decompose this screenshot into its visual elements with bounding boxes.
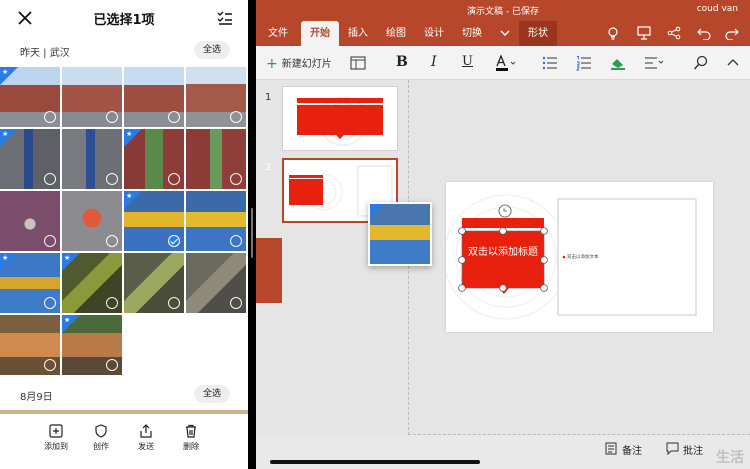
add-to-icon [49, 424, 63, 438]
tab-transitions[interactable]: 切换 [456, 21, 488, 46]
section-header-yesterday: 昨天 | 武汉 全选 [0, 40, 248, 62]
tab-design[interactable]: 设计 [418, 21, 450, 46]
shape-fill-icon[interactable] [610, 54, 626, 72]
new-slide-button[interactable]: + 新建幻灯片 [266, 55, 332, 72]
section-header-aug9: 8月9日 全选 [0, 384, 248, 406]
active-slide-marker [256, 238, 282, 303]
watermark: 生活 [716, 450, 744, 466]
selection-title: 已选择1项 [93, 13, 155, 28]
action-label: 删除 [183, 442, 199, 451]
share-button[interactable]: 发送 [126, 424, 166, 452]
action-label: 发送 [138, 442, 154, 451]
create-button[interactable]: 创作 [81, 424, 121, 452]
select-all-button[interactable]: 全选 [193, 385, 230, 403]
favorite-badge [370, 204, 384, 218]
tab-insert[interactable]: 插入 [342, 21, 374, 46]
align-icon[interactable] [644, 54, 666, 72]
photo-thumb[interactable]: ★ [62, 315, 122, 375]
collapse-ribbon-icon[interactable] [726, 54, 740, 72]
ribbon-toolbar: + 新建幻灯片 B I U [256, 46, 750, 80]
photo-thumb[interactable]: ★ [0, 253, 60, 313]
bullet-list-icon[interactable] [542, 54, 558, 72]
photo-thumb[interactable] [62, 67, 122, 127]
gallery-action-bar: 添加到 创作 发送 删除 [0, 418, 248, 469]
tab-home[interactable]: 开始 [301, 21, 339, 46]
title-bar: 演示文稿 - 已保存 coud van [256, 0, 750, 21]
photo-thumb[interactable]: ★ [124, 129, 184, 189]
add-to-button[interactable]: 添加到 [36, 424, 76, 452]
bold-button[interactable]: B [396, 54, 410, 72]
photo-thumb[interactable] [186, 67, 246, 127]
action-label: 创作 [93, 442, 109, 451]
photo-thumb[interactable] [124, 67, 184, 127]
photo-row-preview [0, 410, 248, 414]
tab-shape[interactable]: 形状 [519, 21, 557, 46]
chevron-down-icon[interactable] [498, 26, 512, 40]
section-label: 8月9日 [20, 392, 53, 403]
underline-button[interactable]: U [462, 54, 476, 72]
photo-thumb[interactable] [0, 315, 60, 375]
font-color-icon[interactable] [494, 54, 516, 72]
photo-thumb[interactable] [62, 129, 122, 189]
powerpoint-pane: 演示文稿 - 已保存 coud van 文件 开始 插入 绘图 设计 切换 形状… [256, 0, 750, 469]
redo-icon[interactable] [725, 26, 739, 40]
photo-thumb[interactable] [0, 191, 60, 251]
divider-handle[interactable] [251, 208, 253, 258]
photo-thumb[interactable] [186, 191, 246, 251]
search-icon[interactable] [693, 54, 709, 72]
lightbulb-icon[interactable] [606, 26, 620, 40]
slide-editor[interactable]: 双击以添加标题 双击以添加文本 [443, 182, 713, 332]
tab-file[interactable]: 文件 [262, 21, 294, 46]
dragged-photo[interactable] [368, 202, 432, 266]
photo-thumb[interactable] [186, 129, 246, 189]
photo-thumb[interactable] [124, 253, 184, 313]
create-icon [95, 424, 107, 438]
tab-draw[interactable]: 绘图 [380, 21, 412, 46]
photo-thumb[interactable]: ★ [62, 253, 122, 313]
slide-body-placeholder[interactable]: 双击以添加文本 [567, 254, 599, 260]
plus-icon: + [266, 56, 278, 72]
new-slide-label: 新建幻灯片 [281, 59, 332, 70]
home-indicator[interactable] [270, 460, 480, 464]
comments-button[interactable]: 批注 [683, 442, 703, 457]
photo-thumb-selected[interactable]: ★ [124, 191, 184, 251]
italic-button[interactable]: I [431, 54, 445, 72]
select-all-button[interactable]: 全选 [193, 41, 230, 59]
undo-icon[interactable] [697, 26, 711, 40]
split-divider[interactable] [248, 0, 256, 469]
photo-thumb[interactable]: ★ [0, 67, 60, 127]
split-screen: 已选择1项 昨天 | 武汉 全选 ★ ★ ★ ★ ★ ★ ★ 8月9日 全选 添… [0, 0, 750, 469]
photo-thumb[interactable] [62, 191, 122, 251]
photo-thumb[interactable] [186, 253, 246, 313]
slide-number: 1 [265, 92, 272, 103]
slide-thumbnail-preview [297, 96, 383, 146]
slide-title-placeholder[interactable]: 双击以添加标题 [468, 247, 538, 258]
photo-gallery-pane: 已选择1项 昨天 | 武汉 全选 ★ ★ ★ ★ ★ ★ ★ 8月9日 全选 添… [0, 0, 248, 469]
user-name[interactable]: coud van [697, 4, 738, 14]
section-label: 昨天 | 武汉 [20, 48, 70, 59]
comment-icon [666, 442, 679, 455]
select-list-icon[interactable] [216, 9, 234, 27]
notes-icon [605, 442, 617, 455]
layout-icon[interactable] [350, 54, 366, 72]
share-icon[interactable] [667, 26, 681, 40]
slide-thumbnail-1[interactable] [282, 86, 398, 151]
notes-button[interactable]: 备注 [622, 442, 642, 457]
numbered-list-icon[interactable] [576, 54, 592, 72]
share-icon [140, 424, 152, 438]
slide-number: 2 [265, 162, 272, 173]
ribbon-tabs: 文件 开始 插入 绘图 设计 切换 形状 [256, 21, 750, 46]
delete-button[interactable]: 删除 [171, 424, 211, 452]
photo-thumb[interactable]: ★ [0, 129, 60, 189]
delete-icon [186, 424, 196, 438]
slide-thumbnails: 1 2 [256, 80, 408, 469]
present-icon[interactable] [637, 26, 651, 40]
gallery-header: 已选择1项 [0, 0, 248, 36]
document-title: 演示文稿 - 已保存 [467, 7, 539, 17]
action-label: 添加到 [44, 442, 68, 451]
